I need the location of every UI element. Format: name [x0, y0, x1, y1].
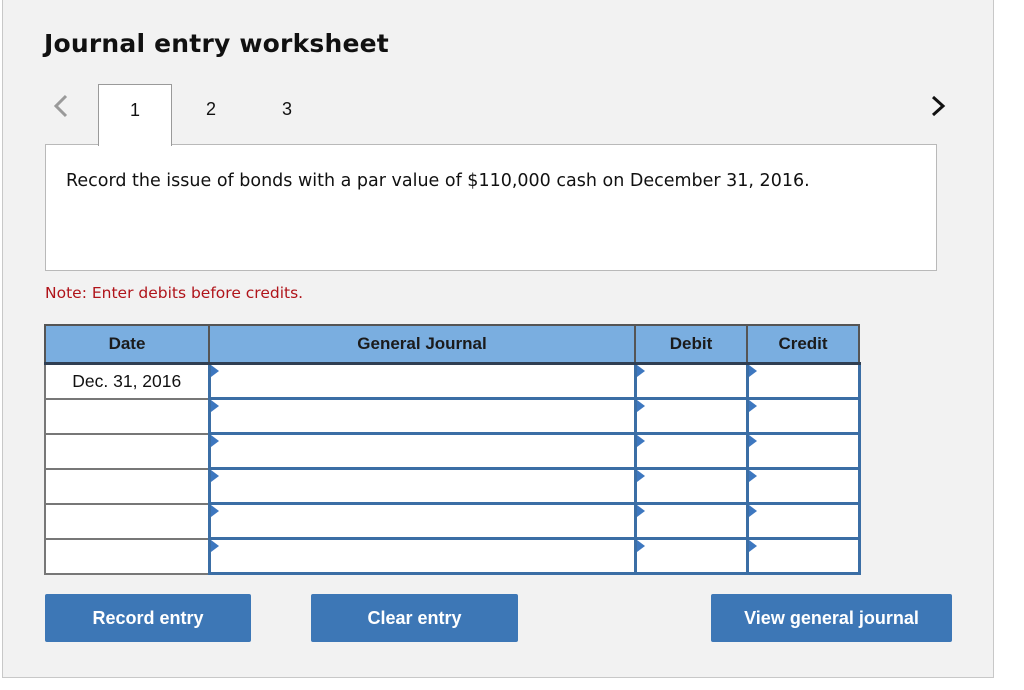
credit-cell [745, 502, 861, 540]
record-entry-button[interactable]: Record entry [45, 594, 251, 642]
account-input[interactable] [210, 365, 634, 397]
debit-input[interactable] [636, 540, 746, 572]
credit-cell [745, 467, 861, 505]
input-marker-icon [210, 400, 219, 412]
credit-input[interactable] [748, 470, 858, 502]
credit-cell [745, 362, 861, 400]
credit-input[interactable] [748, 435, 858, 467]
clear-entry-button[interactable]: Clear entry [311, 594, 518, 642]
input-marker-icon [636, 470, 645, 482]
table-row [44, 467, 861, 505]
input-marker-icon [748, 435, 757, 447]
date-cell[interactable] [44, 467, 210, 505]
input-marker-icon [636, 400, 645, 412]
account-cell [207, 502, 637, 540]
input-marker-icon [748, 540, 757, 552]
input-marker-icon [748, 365, 757, 377]
date-cell[interactable] [44, 432, 210, 470]
account-cell [207, 467, 637, 505]
debit-cell [633, 537, 749, 575]
transaction-description: Record the issue of bonds with a par val… [45, 144, 937, 271]
date-cell[interactable] [44, 502, 210, 540]
debit-input[interactable] [636, 470, 746, 502]
date-cell[interactable] [44, 397, 210, 435]
input-marker-icon [210, 505, 219, 517]
debit-input[interactable] [636, 435, 746, 467]
input-marker-icon [636, 540, 645, 552]
account-cell [207, 537, 637, 575]
account-input[interactable] [210, 505, 634, 537]
debit-input[interactable] [636, 400, 746, 432]
date-cell[interactable]: Dec. 31, 2016 [44, 362, 210, 400]
input-marker-icon [636, 365, 645, 377]
credit-input[interactable] [748, 365, 858, 397]
credit-cell [745, 432, 861, 470]
table-row [44, 432, 861, 470]
tab-1[interactable]: 1 [98, 84, 172, 146]
tab-label: 2 [205, 99, 216, 119]
credit-input[interactable] [748, 540, 858, 572]
view-general-journal-button[interactable]: View general journal [711, 594, 952, 642]
debit-input[interactable] [636, 365, 746, 397]
debit-cell [633, 397, 749, 435]
entry-note: Note: Enter debits before credits. [45, 284, 304, 302]
debit-cell [633, 362, 749, 400]
tab-3[interactable]: 3 [250, 84, 324, 145]
input-marker-icon [636, 505, 645, 517]
header-credit: Credit [746, 324, 860, 365]
table-header-row: Date General Journal Debit Credit [44, 324, 860, 365]
debit-input[interactable] [636, 505, 746, 537]
date-cell[interactable] [44, 537, 210, 575]
input-marker-icon [210, 540, 219, 552]
tab-2[interactable]: 2 [174, 84, 248, 145]
table-row: Dec. 31, 2016 [44, 362, 861, 400]
credit-input[interactable] [748, 400, 858, 432]
chevron-left-icon [53, 94, 68, 118]
account-input[interactable] [210, 540, 634, 572]
account-input[interactable] [210, 470, 634, 502]
input-marker-icon [210, 470, 219, 482]
account-input[interactable] [210, 400, 634, 432]
account-input[interactable] [210, 435, 634, 467]
input-marker-icon [210, 435, 219, 447]
debit-cell [633, 432, 749, 470]
header-general-journal: General Journal [208, 324, 636, 365]
header-debit: Debit [634, 324, 748, 365]
next-button[interactable] [926, 92, 950, 120]
page-title: Journal entry worksheet [44, 29, 389, 58]
table-row [44, 502, 861, 540]
input-marker-icon [748, 400, 757, 412]
chevron-right-icon [931, 95, 946, 117]
journal-table: Date General Journal Debit Credit Dec. 3… [44, 324, 861, 575]
tab-label: 1 [129, 100, 140, 120]
debit-cell [633, 502, 749, 540]
credit-input[interactable] [748, 505, 858, 537]
tab-label: 3 [281, 99, 292, 119]
input-marker-icon [636, 435, 645, 447]
credit-cell [745, 537, 861, 575]
header-date: Date [44, 324, 210, 365]
table-row [44, 397, 861, 435]
account-cell [207, 397, 637, 435]
account-cell [207, 432, 637, 470]
input-marker-icon [748, 505, 757, 517]
prev-button[interactable] [50, 92, 74, 120]
account-cell [207, 362, 637, 400]
credit-cell [745, 397, 861, 435]
debit-cell [633, 467, 749, 505]
table-row [44, 537, 861, 575]
input-marker-icon [748, 470, 757, 482]
input-marker-icon [210, 365, 219, 377]
